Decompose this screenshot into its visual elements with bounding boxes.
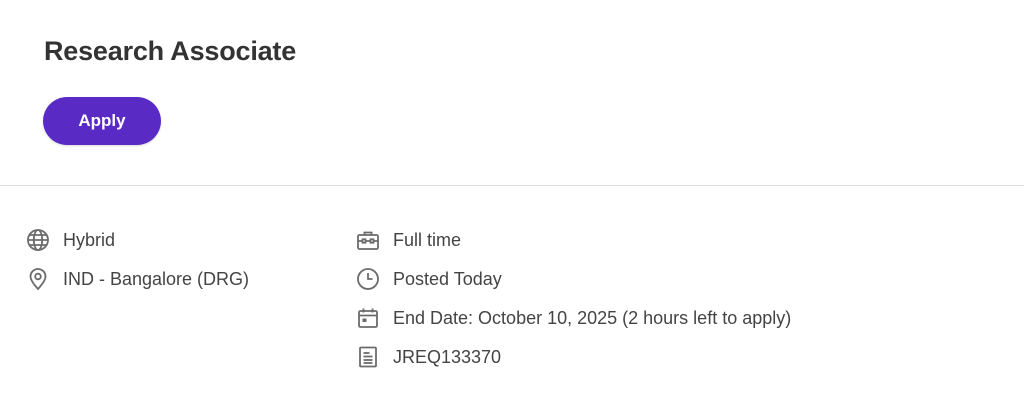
location-row: IND - Bangalore (DRG) xyxy=(26,265,249,293)
work-mode-row: Hybrid xyxy=(26,226,115,254)
posted-row: Posted Today xyxy=(356,265,502,293)
requisition-row: JREQ133370 xyxy=(356,343,501,371)
end-date-text: End Date: October 10, 2025 (2 hours left… xyxy=(393,307,792,328)
job-type-row: Full time xyxy=(356,226,461,254)
work-mode-text: Hybrid xyxy=(63,229,116,250)
end-date-row: End Date: October 10, 2025 (2 hours left… xyxy=(356,304,791,332)
document-icon xyxy=(356,345,380,369)
location-text: IND - Bangalore (DRG) xyxy=(63,268,250,289)
job-title: Research Associate xyxy=(44,36,297,66)
calendar-icon xyxy=(356,306,380,330)
requisition-id-text: JREQ133370 xyxy=(393,346,502,367)
globe-icon xyxy=(26,228,50,252)
job-type-text: Full time xyxy=(393,229,462,250)
posted-text: Posted Today xyxy=(393,268,502,289)
job-details: Hybrid IND - Bangalore (DRG) Full time P… xyxy=(0,186,1024,404)
apply-button[interactable]: Apply xyxy=(43,97,161,145)
job-header: Research Associate Apply xyxy=(0,0,1024,185)
briefcase-icon xyxy=(356,228,380,252)
clock-icon xyxy=(356,267,380,291)
location-pin-icon xyxy=(26,267,50,291)
